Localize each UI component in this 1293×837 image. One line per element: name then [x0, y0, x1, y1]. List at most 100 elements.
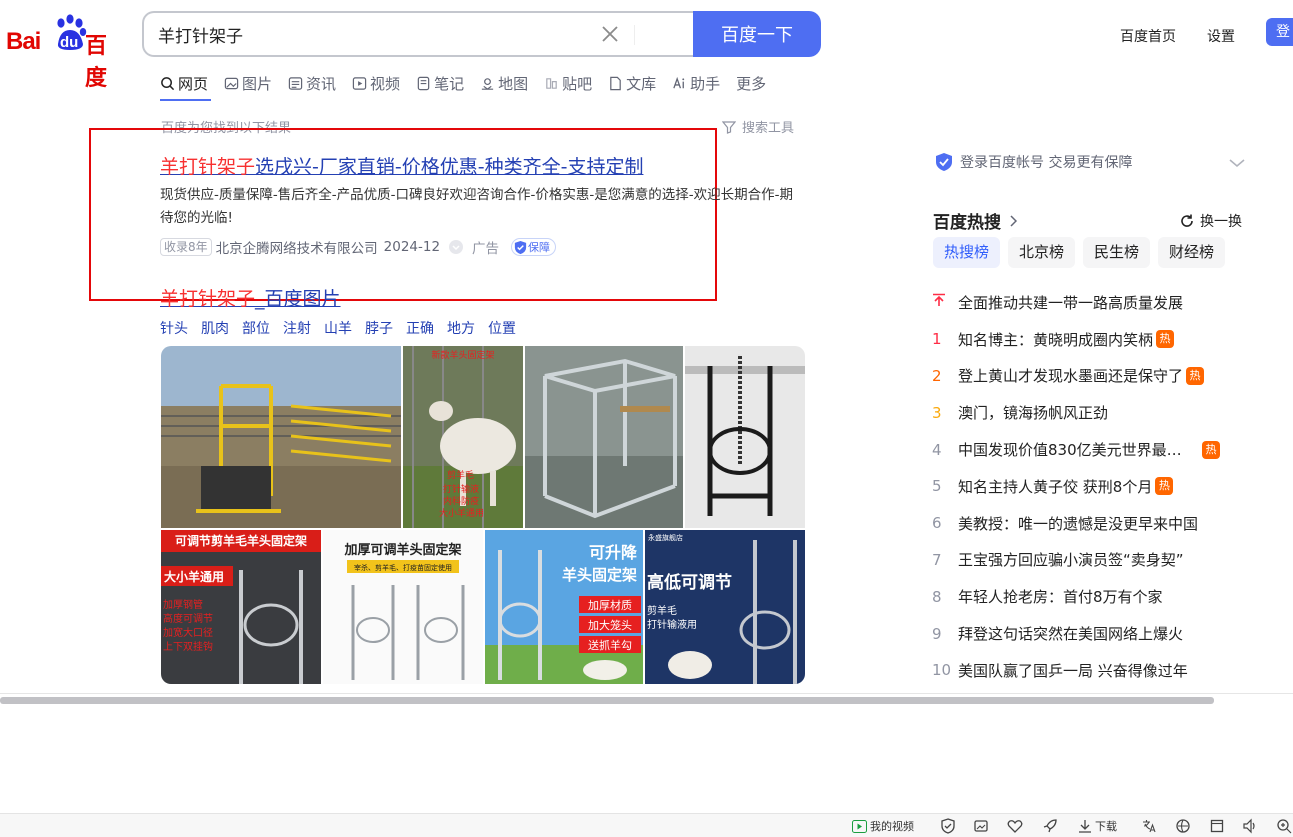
hot-tab-livelihood[interactable]: 民生榜 — [1083, 237, 1151, 268]
hot-item[interactable]: 4 中国发现价值830亿美元世界最大金矿 热 — [932, 431, 1262, 468]
horizontal-scrollbar-thumb[interactable] — [0, 697, 1214, 704]
hot-item[interactable]: 7 王宝强方回应骗小演员签“卖身契” — [932, 542, 1262, 579]
hot-tab-beijing[interactable]: 北京榜 — [1008, 237, 1076, 268]
search-tools-button[interactable]: 搜索工具 — [722, 117, 794, 136]
pic-line: 羊头固定架 — [562, 566, 637, 584]
gallery-image[interactable] — [161, 346, 401, 528]
shield-check-icon — [936, 153, 952, 171]
image-gallery: 新款羊头固定架 剪羊毛 打针输液 内科防疫 大小羊通用 可调节剪羊毛羊头固定架 … — [161, 346, 805, 684]
shield-check-icon — [514, 240, 527, 254]
pic-line: 大小羊通用 — [439, 507, 484, 519]
gallery-image[interactable]: 可升降 羊头固定架 加厚材质 加大笼头 送抓羊勾 — [485, 530, 643, 684]
guarantee-label: 保障 — [528, 241, 551, 254]
gallery-image[interactable]: 新款羊头固定架 剪羊毛 打针输液 内科防疫 大小羊通用 — [403, 346, 523, 528]
tab-more[interactable]: 更多 — [736, 72, 766, 94]
hot-item[interactable]: 3 澳门，镜海扬帆风正劲 — [932, 394, 1262, 431]
tab-assistant[interactable]: 助手 — [672, 72, 720, 94]
hot-item[interactable]: 9 拜登这句话突然在美国网络上爆火 — [932, 615, 1262, 652]
tab-images[interactable]: 图片 — [224, 72, 272, 94]
pic-line: 加大笼头 — [588, 618, 632, 632]
chevron-down-icon[interactable] — [1228, 156, 1246, 170]
related-term[interactable]: 正确 — [406, 318, 434, 338]
tab-wenku[interactable]: 文库 — [608, 72, 656, 94]
hot-item[interactable]: 8 年轻人抢老房：首付8万有个家 — [932, 578, 1262, 615]
hot-item-rank: 4 — [932, 440, 942, 459]
hot-item-rank: 8 — [932, 587, 942, 606]
gallery-image[interactable] — [525, 346, 683, 528]
image-result-title[interactable]: 羊打针架子_百度图片 — [160, 284, 341, 311]
refresh-button[interactable]: 换一换 — [1179, 211, 1242, 231]
my-video-button[interactable]: 我的视频 — [852, 818, 914, 834]
hot-search-tabs: 热搜榜 北京榜 民生榜 财经榜 — [933, 237, 1233, 268]
settings-link[interactable]: 设置 — [1207, 26, 1235, 46]
hot-search-title[interactable]: 百度热搜 — [933, 208, 1021, 233]
related-term[interactable]: 部位 — [242, 318, 270, 338]
screenshot-icon[interactable] — [973, 818, 989, 834]
search-tools-label: 搜索工具 — [742, 121, 795, 136]
guarantee-badge[interactable]: 保障 — [511, 238, 557, 256]
hot-item-text: 澳门，镜海扬帆风正劲 — [958, 404, 1109, 423]
related-term[interactable]: 注射 — [283, 318, 311, 338]
account-text: 登录百度帐号 交易更有保障 — [960, 155, 1133, 171]
clear-icon[interactable] — [600, 24, 620, 44]
ad-result-title[interactable]: 羊打针架子选戌兴-厂家直销-价格优惠-种类齐全-支持定制 — [160, 152, 643, 179]
volume-icon[interactable] — [1242, 818, 1258, 834]
tab-map[interactable]: 地图 — [480, 72, 528, 94]
gallery-image[interactable]: 加厚可调羊头固定架 宰杀、剪羊毛、打疫苗固定使用 — [323, 530, 483, 684]
baidu-home-link[interactable]: 百度首页 — [1120, 26, 1176, 46]
related-term[interactable]: 山羊 — [324, 318, 352, 338]
tab-news[interactable]: 资讯 — [288, 72, 336, 94]
translate-icon[interactable] — [1141, 818, 1157, 834]
pic-line: 送抓羊勾 — [588, 638, 632, 652]
hot-item[interactable]: 5 知名主持人黄子佼 获刑8个月 热 — [932, 468, 1262, 505]
pic-line: 大小羊通用 — [164, 569, 224, 584]
shield-icon[interactable] — [940, 818, 956, 834]
search-button[interactable]: 百度一下 — [693, 11, 821, 57]
hot-tab-finance[interactable]: 财经榜 — [1158, 237, 1226, 268]
heart-icon[interactable] — [1007, 818, 1023, 834]
hot-item[interactable]: 10 美国队赢了国乒一局 兴奋得像过年 — [932, 652, 1262, 689]
tab-web[interactable]: 网页 — [160, 72, 208, 94]
window-icon[interactable] — [1209, 818, 1225, 834]
hot-item-text: 全面推动共建一带一路高质量发展 — [958, 293, 1184, 312]
related-term[interactable]: 肌肉 — [201, 318, 229, 338]
tab-tieba[interactable]: 贴吧 — [544, 72, 592, 94]
baidu-logo[interactable]: Bai du 百度 — [6, 14, 126, 91]
pin-icon — [932, 293, 958, 311]
hot-item-text: 美教授：唯一的遗憾是没更早来中国 — [958, 514, 1199, 533]
tab-label: 贴吧 — [562, 74, 593, 93]
company-name[interactable]: 北京企腾网络技术有限公司 — [216, 237, 378, 257]
gallery-image[interactable] — [685, 346, 805, 528]
hot-item[interactable]: 全面推动共建一带一路高质量发展 — [932, 284, 1262, 321]
search-input[interactable] — [158, 13, 588, 55]
hot-item-rank: 3 — [932, 403, 942, 422]
hot-search-title-text: 百度热搜 — [933, 213, 1001, 233]
hot-item[interactable]: 2 登上黄山才发现水墨画还是保守了 热 — [932, 358, 1262, 395]
gallery-image[interactable]: 可调节剪羊毛羊头固定架 大小羊通用 加厚钢管 高度可调节 加宽大口径 上下双挂钩 — [161, 530, 321, 684]
rocket-icon[interactable] — [1042, 818, 1058, 834]
tab-label: 地图 — [498, 74, 529, 93]
gallery-image[interactable]: 永盛旗舰店 高低可调节 剪羊毛 打针输液用 — [645, 530, 805, 684]
login-account-prompt[interactable]: 登录百度帐号 交易更有保障 — [934, 152, 1132, 172]
ad-label: 广告 — [472, 241, 500, 257]
browser-icon[interactable] — [1175, 818, 1191, 834]
ai-icon — [673, 76, 685, 88]
hot-item[interactable]: 6 美教授：唯一的遗憾是没更早来中国 — [932, 505, 1262, 542]
related-term[interactable]: 针头 — [160, 318, 188, 338]
login-button[interactable]: 登 — [1266, 18, 1293, 46]
related-term[interactable]: 位置 — [488, 318, 516, 338]
search-icon — [161, 76, 175, 90]
hot-item[interactable]: 1 知名博主：黄晓明成圈内笑柄 热 — [932, 321, 1262, 358]
pic-line: 永盛旗舰店 — [648, 533, 683, 542]
related-term[interactable]: 脖子 — [365, 318, 393, 338]
tab-notes[interactable]: 笔记 — [416, 72, 464, 94]
dropdown-circle-icon[interactable] — [448, 239, 464, 255]
tab-label: 笔记 — [434, 74, 465, 93]
related-term[interactable]: 地方 — [447, 318, 475, 338]
title-rest: 选戌兴-厂家直销-价格优惠-种类齐全-支持定制 — [255, 156, 644, 178]
download-button[interactable]: 下载 — [1078, 818, 1117, 834]
refresh-label: 换一换 — [1200, 214, 1242, 230]
tab-video[interactable]: 视频 — [352, 72, 400, 94]
zoom-icon[interactable] — [1276, 818, 1292, 834]
hot-tab-hot[interactable]: 热搜榜 — [933, 237, 1001, 268]
